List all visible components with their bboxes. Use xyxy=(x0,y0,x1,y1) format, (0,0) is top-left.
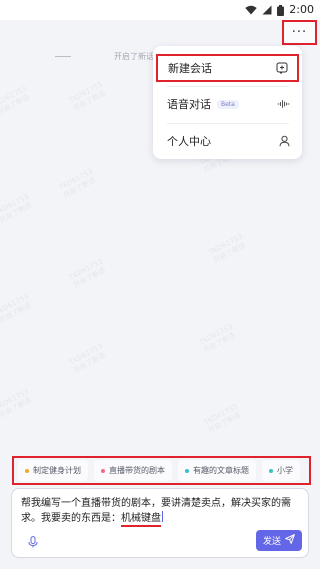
menu-item-label: 语音对话 xyxy=(167,98,211,111)
chip-label: 有趣的文章标题 xyxy=(193,466,249,475)
dot-icon xyxy=(25,468,29,473)
message-composer[interactable]: 帮我编写一个直播带货的剧本，要讲清楚卖点，解决买家的需求。我要卖的东西是：机械键… xyxy=(11,488,309,558)
suggestion-chip[interactable]: 小学 xyxy=(262,460,300,481)
signal-icon xyxy=(262,5,272,15)
menu-item-new-chat[interactable]: 新建会话 xyxy=(156,54,299,82)
suggestion-chip[interactable]: 直播带货的剧本 xyxy=(94,460,172,481)
watermark: TKD61753开启了新话 xyxy=(0,387,33,420)
watermark: TKD61753开启了新话 xyxy=(0,192,33,225)
beta-badge: Beta xyxy=(217,99,239,109)
voice-wave-icon xyxy=(277,99,290,109)
more-options-button[interactable]: ··· xyxy=(282,20,317,45)
user-icon xyxy=(279,135,290,147)
highlighted-product: 机械键盘 xyxy=(121,513,161,527)
suggestion-chip[interactable]: 有趣的文章标题 xyxy=(178,460,256,481)
chip-label: 直播带货的剧本 xyxy=(109,466,165,475)
session-hint: 开启了新话 xyxy=(114,52,154,61)
watermark: TKD61753开启了新话 xyxy=(57,167,97,200)
hint-divider xyxy=(55,56,71,57)
new-chat-icon xyxy=(276,62,288,74)
watermark: TKD61753开启了新话 xyxy=(67,257,107,290)
more-icon: ··· xyxy=(291,25,308,40)
dot-icon xyxy=(269,468,273,473)
suggestion-chips: 制定健身计划 直播带货的剧本 有趣的文章标题 小学 xyxy=(12,456,311,485)
watermark: TKD61753开启了新话 xyxy=(207,232,247,265)
options-menu: 新建会话 语音对话 Beta 个人中心 xyxy=(153,46,302,159)
wifi-icon xyxy=(245,5,257,15)
chip-label: 制定健身计划 xyxy=(33,466,81,475)
watermark: TKD61753开启了新话 xyxy=(202,402,242,435)
battery-icon xyxy=(277,4,285,16)
dot-icon xyxy=(185,468,189,473)
send-button[interactable]: 发送 xyxy=(256,530,302,551)
chip-label: 小学 xyxy=(277,466,293,475)
text-caret xyxy=(162,511,163,522)
dot-icon xyxy=(101,468,105,473)
menu-item-voice-chat[interactable]: 语音对话 Beta xyxy=(153,86,302,122)
watermark: TKD61753开启了新话 xyxy=(197,322,237,355)
menu-item-label: 个人中心 xyxy=(167,135,211,148)
status-icons: 2:00 xyxy=(245,3,314,17)
watermark: TKD61753开启了新话 xyxy=(67,342,107,375)
microphone-icon xyxy=(28,533,38,552)
menu-item-profile[interactable]: 个人中心 xyxy=(153,123,302,159)
watermark: TKD61753开启了新话 xyxy=(0,84,31,117)
message-input[interactable]: 帮我编写一个直播带货的剧本，要讲清楚卖点，解决买家的需求。我要卖的东西是：机械键… xyxy=(21,496,303,527)
app-screen: TKD61753开启了新话 TKD61753开启了新话 TKD61753开启了新… xyxy=(0,0,320,569)
watermark: TKD61753开启了新话 xyxy=(0,292,33,325)
send-label: 发送 xyxy=(262,537,281,547)
voice-input-button[interactable] xyxy=(24,534,41,551)
suggestion-chip[interactable]: 制定健身计划 xyxy=(18,460,88,481)
status-bar: 2:00 xyxy=(0,0,320,20)
menu-item-label: 新建会话 xyxy=(168,62,212,75)
send-icon xyxy=(285,534,295,547)
watermark: TKD61753开启了新话 xyxy=(67,80,107,113)
status-time: 2:00 xyxy=(289,3,314,16)
